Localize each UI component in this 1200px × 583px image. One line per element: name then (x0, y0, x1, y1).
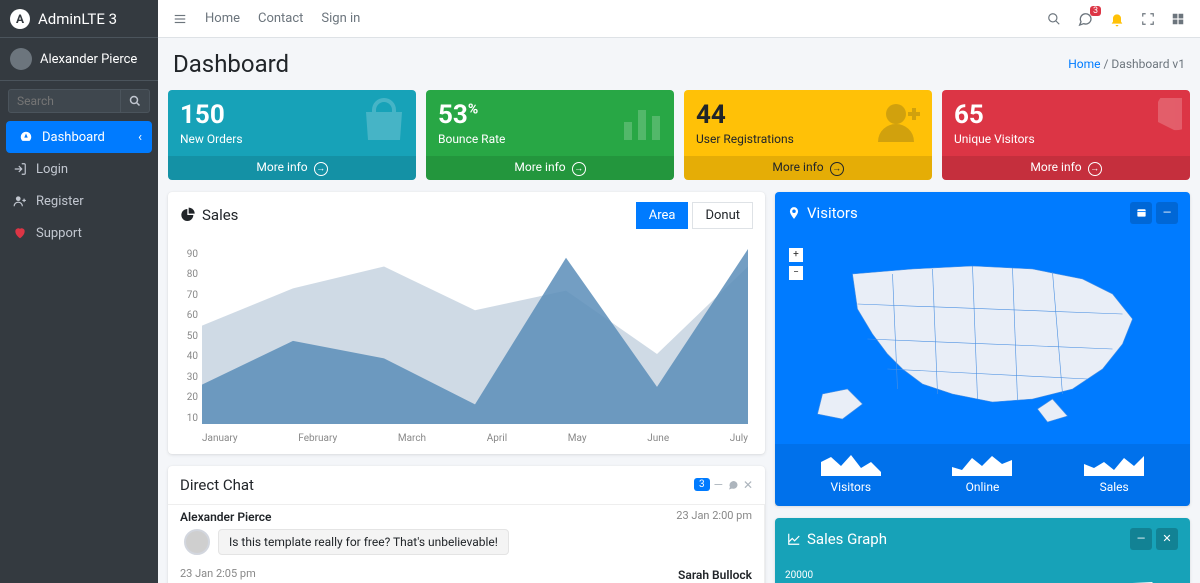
avatar (184, 529, 210, 555)
user-add-icon (876, 98, 924, 146)
collapse-icon[interactable]: — (1130, 528, 1152, 550)
breadcrumb-home[interactable]: Home (1068, 57, 1100, 71)
chat-msg-text: Is this template really for free? That's… (218, 529, 509, 555)
sidebar: A AdminLTE 3 Alexander Pierce Dashboard … (0, 0, 158, 583)
chat-msg-time: 23 Jan 2:05 pm (180, 567, 256, 580)
search-button[interactable] (121, 89, 150, 113)
pie-icon (1134, 98, 1182, 146)
close-icon[interactable]: ✕ (743, 478, 753, 492)
pie-chart-icon (180, 207, 196, 223)
y-tick: 20000 (785, 570, 1180, 581)
user-name: Alexander Pierce (40, 52, 137, 67)
collapse-icon[interactable]: — (1156, 202, 1178, 224)
arrow-right-icon: → (314, 162, 328, 176)
stat-bounce-rate: 53% Bounce Rate More info → (426, 90, 674, 180)
topnav-contact[interactable]: Contact (258, 11, 303, 26)
contacts-icon[interactable] (727, 479, 739, 491)
user-plus-icon (12, 193, 28, 209)
sidebar-item-label: Register (36, 194, 84, 209)
heart-icon (12, 225, 28, 241)
stat-more-link[interactable]: More info → (426, 156, 674, 180)
search-input[interactable] (8, 89, 121, 113)
chat-title: Direct Chat (180, 476, 254, 494)
zoom-in-button[interactable]: + (789, 248, 803, 262)
arrow-right-icon: → (830, 162, 844, 176)
menu-toggle-icon[interactable] (173, 12, 187, 26)
stat-more-link[interactable]: More info → (168, 156, 416, 180)
sales-graph-card: Sales Graph — ✕ 20000 15000 (775, 518, 1190, 583)
sidebar-item-login[interactable]: Login (0, 153, 158, 185)
line-chart-icon (787, 532, 801, 546)
arrow-right-icon: → (1088, 162, 1102, 176)
messages-icon[interactable]: 3 (1077, 11, 1093, 27)
grid-icon[interactable] (1171, 12, 1185, 26)
signin-icon (12, 161, 28, 177)
map-pin-icon (787, 206, 801, 220)
sparkline-online: Online (952, 452, 1012, 494)
zoom-out-button[interactable]: − (789, 266, 803, 280)
sidebar-item-label: Dashboard (42, 130, 105, 145)
sales-chart: 908070605040302010 JanuaryFebruaryMarchA… (180, 249, 753, 444)
avatar (10, 48, 32, 70)
close-icon[interactable]: ✕ (1156, 528, 1178, 550)
stat-more-link[interactable]: More info → (942, 156, 1190, 180)
user-panel[interactable]: Alexander Pierce (0, 38, 158, 81)
topnav-home[interactable]: Home (205, 11, 240, 26)
sidebar-item-dashboard[interactable]: Dashboard ‹ (6, 121, 152, 153)
chat-msg-name: Sarah Bullock (678, 568, 752, 582)
chat-msg-time: 23 Jan 2:00 pm (676, 509, 752, 522)
brand-logo-icon: A (10, 9, 30, 29)
tab-donut[interactable]: Donut (692, 202, 753, 229)
sidebar-item-label: Support (36, 226, 82, 241)
usa-map[interactable] (785, 244, 1180, 434)
chat-badge: 3 (694, 478, 710, 491)
direct-chat-card: Direct Chat 3 — ✕ Alexander Pierce (168, 466, 765, 583)
calendar-icon[interactable] (1130, 202, 1152, 224)
arrow-right-icon: → (572, 162, 586, 176)
messages-badge: 3 (1090, 6, 1101, 16)
sales-graph-title: Sales Graph (807, 530, 887, 548)
topnav-signin[interactable]: Sign in (321, 11, 360, 26)
sales-title: Sales (202, 206, 238, 224)
page-title: Dashboard (173, 50, 289, 78)
tab-area[interactable]: Area (636, 202, 689, 229)
sidebar-item-register[interactable]: Register (0, 185, 158, 217)
gauge-icon (18, 129, 34, 145)
visitors-title: Visitors (807, 204, 858, 222)
topbar-search-icon[interactable] (1047, 12, 1061, 26)
bag-icon (360, 98, 408, 146)
visitors-card: Visitors — + − (775, 192, 1190, 506)
stat-more-link[interactable]: More info → (684, 156, 932, 180)
collapse-icon[interactable]: — (714, 478, 723, 492)
stat-new-orders: 150 New Orders More info → (168, 90, 416, 180)
sidebar-item-label: Login (36, 162, 68, 177)
sales-card: Sales Area Donut 908070605040302010 (168, 192, 765, 454)
brand[interactable]: A AdminLTE 3 (0, 0, 158, 38)
fullscreen-icon[interactable] (1141, 12, 1155, 26)
breadcrumb-current: Dashboard v1 (1111, 57, 1185, 71)
brand-text: AdminLTE 3 (38, 10, 117, 28)
sidebar-item-support[interactable]: Support (0, 217, 158, 249)
sparkline-sales: Sales (1084, 452, 1144, 494)
chevron-left-icon: ‹ (138, 130, 142, 145)
stat-registrations: 44 User Registrations More info → (684, 90, 932, 180)
breadcrumb: Home / Dashboard v1 (1068, 57, 1185, 71)
topbar: Home Contact Sign in 3 (158, 0, 1200, 38)
notifications-icon[interactable] (1109, 11, 1125, 27)
sparkline-visitors: Visitors (821, 452, 881, 494)
stat-unique-visitors: 65 Unique Visitors More info → (942, 90, 1190, 180)
chat-msg-name: Alexander Pierce (180, 510, 272, 524)
bars-icon (618, 98, 666, 146)
sidebar-search (0, 81, 158, 121)
search-icon (129, 95, 141, 107)
